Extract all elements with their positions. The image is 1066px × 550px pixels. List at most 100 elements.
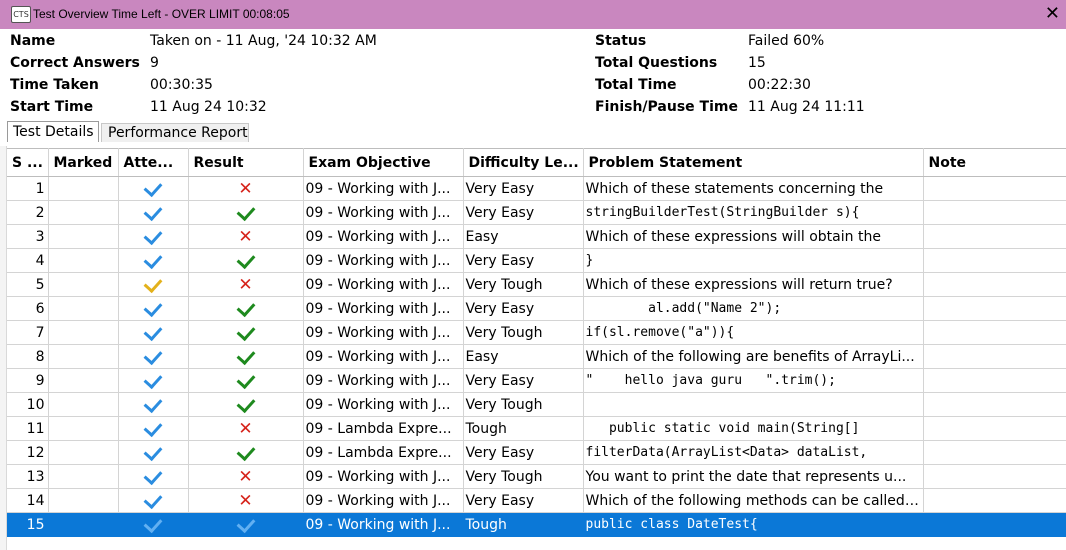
- objective-cell: 09 - Working with J...: [303, 392, 464, 417]
- col-header-problem[interactable]: Problem Statement: [583, 148, 924, 177]
- correct-check-icon: [236, 345, 255, 365]
- col-header-note[interactable]: Note: [923, 148, 1066, 177]
- table-row[interactable]: 1 ✕ 09 - Working with J... Very Easy Which o…: [7, 176, 1066, 201]
- result-cell: ✕: [188, 176, 304, 201]
- marked-cell: [48, 248, 119, 273]
- result-cell: [188, 320, 304, 345]
- table-row[interactable]: 12 09 - Lambda Expre... Very Easy filterDat…: [7, 440, 1066, 465]
- row-number: 10: [7, 392, 49, 417]
- row-number: 4: [7, 248, 49, 273]
- difficulty-cell: Very Easy: [463, 248, 584, 273]
- name-value: Taken on - 11 Aug, '24 10:32 AM: [150, 33, 377, 49]
- row-number: 13: [7, 464, 49, 489]
- result-cell: [188, 392, 304, 417]
- correct-check-icon: [236, 201, 255, 221]
- marked-cell: [48, 368, 119, 393]
- difficulty-cell: Tough: [463, 416, 584, 441]
- attempted-cell: [118, 320, 189, 345]
- col-header-difficulty[interactable]: Difficulty Le...: [463, 148, 584, 177]
- table-row[interactable]: 8 09 - Working with J... Easy Which of the …: [7, 344, 1066, 369]
- difficulty-cell: Very Easy: [463, 296, 584, 321]
- objective-cell: 09 - Working with J...: [303, 320, 464, 345]
- total-time-label: Total Time: [595, 77, 677, 93]
- table-row[interactable]: 10 09 - Working with J... Very Tough: [7, 392, 1066, 417]
- objective-cell: 09 - Working with J...: [303, 512, 464, 537]
- tab-performance-report[interactable]: Performance Report: [101, 123, 249, 142]
- marked-cell: [48, 488, 119, 513]
- result-cell: ✕: [188, 272, 304, 297]
- problem-cell: " hello java guru ".trim();: [583, 368, 924, 393]
- table-row[interactable]: 13 ✕ 09 - Working with J... Very Tough You w…: [7, 464, 1066, 489]
- row-number: 8: [7, 344, 49, 369]
- check-icon: [143, 489, 163, 509]
- note-cell: [923, 224, 1066, 249]
- check-icon: [143, 345, 163, 365]
- table-row[interactable]: 4 09 - Working with J... Very Easy}: [7, 248, 1066, 273]
- row-number: 5: [7, 272, 49, 297]
- table-row[interactable]: 15 09 - Working with J... Tough public clas…: [7, 512, 1066, 537]
- note-cell: [923, 512, 1066, 537]
- objective-cell: 09 - Working with J...: [303, 368, 464, 393]
- marked-cell: [48, 416, 119, 441]
- total-questions-value: 15: [748, 55, 766, 71]
- left-edge-strip: [0, 146, 7, 550]
- row-number: 7: [7, 320, 49, 345]
- table-row[interactable]: 14 ✕ 09 - Working with J... Very Easy Which …: [7, 488, 1066, 513]
- marked-cell: [48, 296, 119, 321]
- result-cell: ✕: [188, 488, 304, 513]
- note-cell: [923, 320, 1066, 345]
- result-cell: [188, 440, 304, 465]
- check-icon: [143, 321, 163, 341]
- result-cell: [188, 200, 304, 225]
- tab-test-details[interactable]: Test Details: [7, 121, 99, 142]
- check-icon: [143, 441, 163, 461]
- attempted-cell: [118, 224, 189, 249]
- row-number: 6: [7, 296, 49, 321]
- problem-cell: al.add("Name 2");: [583, 296, 924, 321]
- note-cell: [923, 440, 1066, 465]
- row-number: 11: [7, 416, 49, 441]
- table-row[interactable]: 2 09 - Working with J... Very Easy stringBu…: [7, 200, 1066, 225]
- result-cell: ✕: [188, 224, 304, 249]
- table-row[interactable]: 5 ✕ 09 - Working with J... Very Tough Which …: [7, 272, 1066, 297]
- app-icon: CTS: [11, 6, 31, 23]
- problem-cell: Which of these expressions will return t…: [583, 272, 924, 297]
- status-label: Status: [595, 33, 647, 49]
- result-cell: ✕: [188, 464, 304, 489]
- marked-cell: [48, 440, 119, 465]
- correct-check-icon: [236, 321, 255, 341]
- table-row[interactable]: 9 09 - Working with J... Very Easy " hello …: [7, 368, 1066, 393]
- table-row[interactable]: 3 ✕ 09 - Working with J... Easy Which of the…: [7, 224, 1066, 249]
- attempted-cell: [118, 248, 189, 273]
- table-row[interactable]: 6 09 - Working with J... Very Easy al.add(…: [7, 296, 1066, 321]
- col-header-serial[interactable]: S ...: [7, 148, 49, 177]
- problem-cell: public class DateTest{: [583, 512, 924, 537]
- table-row[interactable]: 7 09 - Working with J... Very Tough if(sl.r…: [7, 320, 1066, 345]
- difficulty-cell: Very Tough: [463, 392, 584, 417]
- result-cell: [188, 512, 304, 537]
- check-icon: [143, 369, 163, 389]
- difficulty-cell: Very Easy: [463, 200, 584, 225]
- result-cell: [188, 248, 304, 273]
- result-cell: [188, 368, 304, 393]
- col-header-objective[interactable]: Exam Objective: [303, 148, 464, 177]
- col-header-marked[interactable]: Marked: [48, 148, 119, 177]
- problem-cell: if(sl.remove("a")){: [583, 320, 924, 345]
- check-icon: [143, 393, 163, 413]
- attempted-cell: [118, 296, 189, 321]
- note-cell: [923, 392, 1066, 417]
- table-row[interactable]: 11 ✕ 09 - Lambda Expre... Tough public stat…: [7, 416, 1066, 441]
- col-header-result[interactable]: Result: [188, 148, 304, 177]
- objective-cell: 09 - Working with J...: [303, 200, 464, 225]
- table-header: S ... Marked Atte... Result Exam Objecti…: [7, 148, 1066, 177]
- note-cell: [923, 488, 1066, 513]
- close-icon[interactable]: ✕: [1045, 3, 1060, 24]
- problem-cell: }: [583, 248, 924, 273]
- col-header-attempted[interactable]: Atte...: [118, 148, 189, 177]
- result-cell: [188, 296, 304, 321]
- difficulty-cell: Very Easy: [463, 488, 584, 513]
- wrong-cross-icon: ✕: [238, 178, 253, 199]
- marked-cell: [48, 512, 119, 537]
- note-cell: [923, 344, 1066, 369]
- note-cell: [923, 296, 1066, 321]
